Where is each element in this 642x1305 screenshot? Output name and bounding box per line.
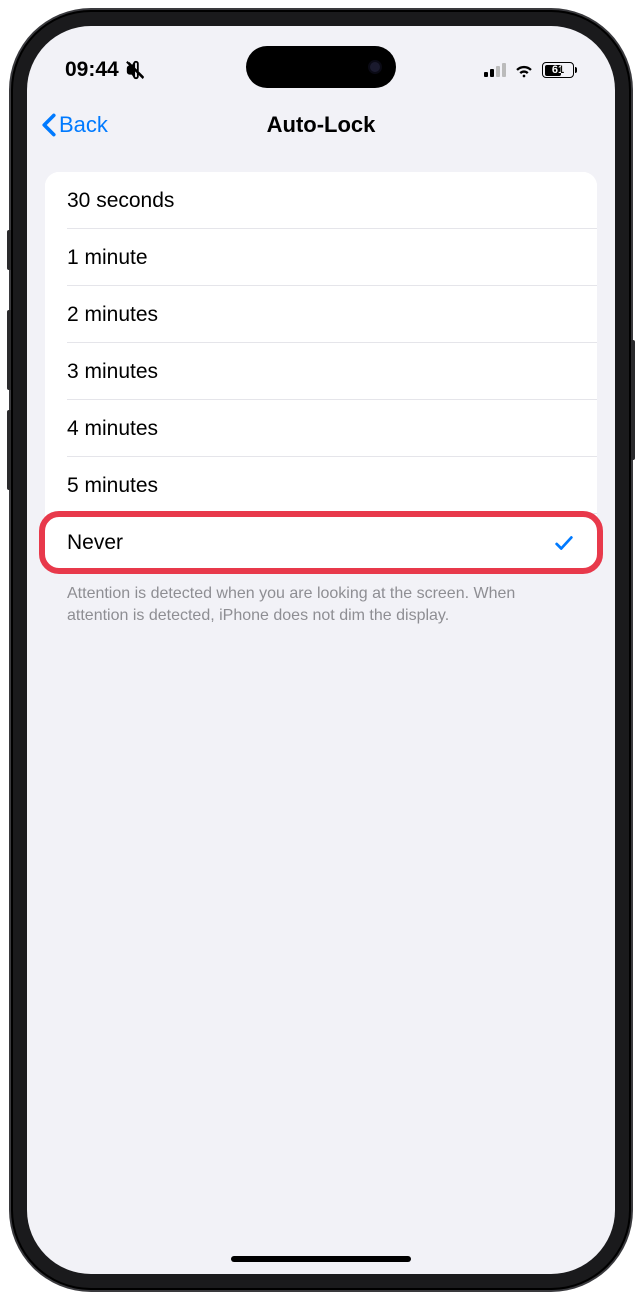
content: 30 seconds 1 minute 2 minutes 3 minutes … [27,154,615,656]
dynamic-island [246,46,396,88]
option-5-minutes[interactable]: 5 minutes [45,457,597,514]
battery-icon: 61 [542,62,577,78]
option-never[interactable]: Never [39,511,603,574]
battery-percent: 61 [552,64,564,76]
status-left: 09:44 [65,58,147,82]
volume-up-button [7,310,11,390]
screen: 09:44 [27,26,615,1274]
wifi-icon [513,61,535,79]
option-label: 2 minutes [67,303,158,327]
status-right: 61 [484,61,577,79]
home-indicator[interactable] [231,1256,411,1262]
status-time: 09:44 [65,58,119,82]
option-label: 4 minutes [67,417,158,441]
option-label: 3 minutes [67,360,158,384]
silent-icon [125,59,147,81]
silent-switch [7,230,11,270]
phone-frame: 09:44 [11,10,631,1290]
front-camera [368,60,382,74]
option-label: Never [67,531,123,555]
cellular-signal-icon [484,63,506,77]
power-button [631,340,635,460]
option-2-minutes[interactable]: 2 minutes [45,286,597,343]
checkmark-icon [553,532,575,554]
option-label: 1 minute [67,246,148,270]
option-3-minutes[interactable]: 3 minutes [45,343,597,400]
nav-bar: Back Auto-Lock [27,96,615,154]
back-button[interactable]: Back [41,112,108,138]
chevron-left-icon [41,113,57,137]
option-4-minutes[interactable]: 4 minutes [45,400,597,457]
footer-text: Attention is detected when you are looki… [45,571,597,638]
option-label: 30 seconds [67,189,174,213]
volume-down-button [7,410,11,490]
option-30-seconds[interactable]: 30 seconds [45,172,597,229]
auto-lock-options: 30 seconds 1 minute 2 minutes 3 minutes … [45,172,597,574]
back-label: Back [59,112,108,138]
page-title: Auto-Lock [267,112,376,138]
option-1-minute[interactable]: 1 minute [45,229,597,286]
option-label: 5 minutes [67,474,158,498]
